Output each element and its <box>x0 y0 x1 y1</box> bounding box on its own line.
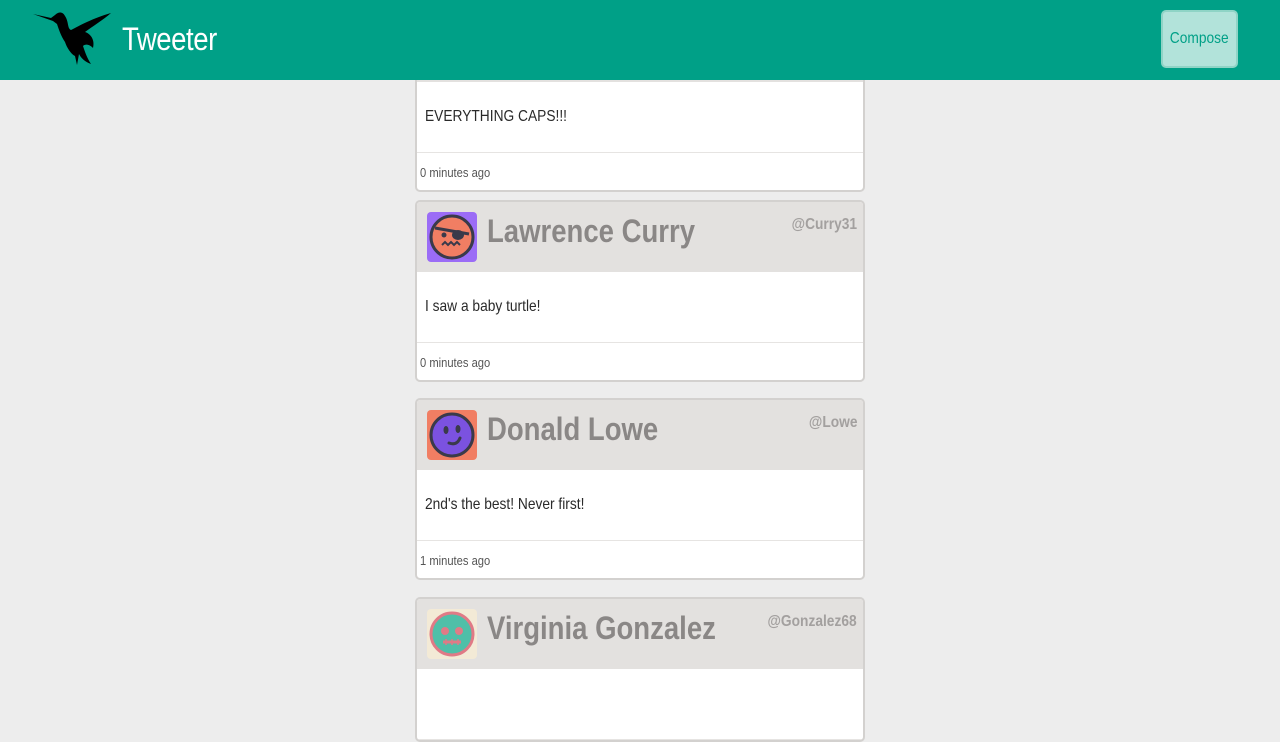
silly-face-icon <box>429 412 475 458</box>
tweet-author-handle: @Gonzalez68 <box>767 613 857 630</box>
compose-button-label: Compose <box>1170 30 1229 47</box>
zombie-face-icon <box>429 611 475 657</box>
compose-button[interactable]: Compose <box>1161 10 1238 68</box>
tweet-body: I saw a baby turtle! <box>417 272 863 343</box>
tweet-author-handle: @Lowe <box>808 414 857 431</box>
tweet-footer: 0 minutes ago <box>417 153 863 190</box>
tweet-text: EVERYTHING CAPS!!! <box>425 108 567 125</box>
tweet-timestamp: 1 minutes ago <box>420 553 491 568</box>
tweet-author-name: Donald Lowe <box>487 411 659 447</box>
tweet-footer: 1 minutes ago <box>417 541 863 578</box>
tweet-text: 2nd's the best! Never first! <box>425 496 585 513</box>
tweet-body: 2nd's the best! Never first! <box>417 470 863 541</box>
app-title: Tweeter <box>122 21 217 57</box>
avatar <box>427 212 477 262</box>
hummingbird-logo-icon <box>33 12 111 65</box>
tweet-header: Virginia Gonzalez @Gonzalez68 <box>417 599 863 669</box>
tweet-text: I saw a baby turtle! <box>425 298 541 315</box>
avatar <box>427 410 477 460</box>
tweet-body <box>417 669 863 740</box>
tweet-card: Donald Lowe @Lowe 2nd's the best! Never … <box>415 398 865 580</box>
tweet-header: Lawrence Curry @Curry31 <box>417 202 863 272</box>
tweet-header: Donald Lowe @Lowe <box>417 400 863 470</box>
tweet-author-handle: @Curry31 <box>791 216 857 233</box>
top-navbar: Tweeter Compose <box>0 0 1280 80</box>
tweet-body: EVERYTHING CAPS!!! <box>417 82 863 153</box>
tweet-author-name: Virginia Gonzalez <box>487 610 716 646</box>
avatar <box>427 609 477 659</box>
tweet-card: Lawrence Curry @Curry31 I saw a baby tur… <box>415 200 865 382</box>
tweet-author-name: Lawrence Curry <box>487 213 696 249</box>
tweet-card: Virginia Gonzalez @Gonzalez68 <box>415 597 865 742</box>
tweet-timestamp: 0 minutes ago <box>420 165 491 180</box>
pirate-face-icon <box>429 214 475 260</box>
tweet-timestamp: 0 minutes ago <box>420 355 491 370</box>
tweet-footer: 0 minutes ago <box>417 343 863 380</box>
